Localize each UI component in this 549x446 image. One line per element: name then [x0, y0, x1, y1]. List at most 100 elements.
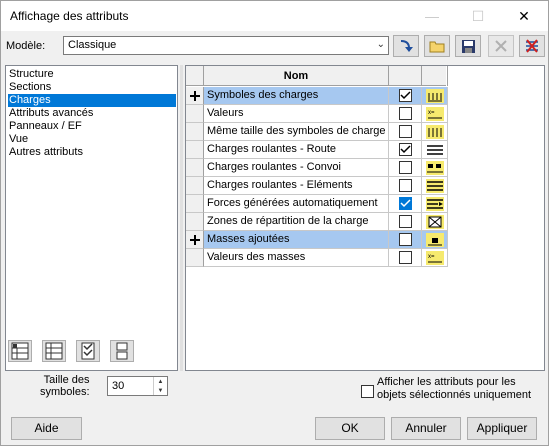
spinner-up-icon[interactable]: ▲: [154, 377, 167, 386]
maximize-button[interactable]: ☐: [455, 1, 501, 31]
grid-header-name[interactable]: Nom: [204, 66, 389, 86]
chevron-down-icon[interactable]: ⌄: [377, 39, 385, 50]
row-header: [186, 249, 204, 267]
row-check-cell[interactable]: [389, 249, 422, 267]
grid-row-values[interactable]: Valeurs x=: [186, 105, 448, 123]
collapse-all-icon: [45, 342, 63, 360]
category-item-charges[interactable]: Charges: [8, 94, 176, 107]
category-item-other[interactable]: Autres attributs: [8, 146, 176, 159]
panel-splitter[interactable]: [180, 65, 183, 371]
grid-row-route[interactable]: Charges roulantes - Route: [186, 141, 448, 159]
row-header: [186, 159, 204, 177]
svg-text:x=: x=: [428, 110, 435, 116]
category-item-sections[interactable]: Sections: [8, 81, 176, 94]
grid-row-added-mass[interactable]: Masses ajoutées: [186, 231, 448, 249]
row-checkbox[interactable]: [398, 89, 412, 102]
row-checkbox[interactable]: [398, 251, 412, 264]
grid-header-corner: [186, 66, 204, 86]
row-checkbox[interactable]: [398, 179, 412, 192]
row-check-cell[interactable]: [389, 87, 422, 105]
row-check-cell[interactable]: [389, 213, 422, 231]
minimize-button[interactable]: —: [409, 1, 455, 31]
row-name: Même taille des symboles de charge: [204, 123, 389, 141]
row-name: Forces générées automatiquement: [204, 195, 389, 213]
row-checkbox[interactable]: [398, 143, 412, 156]
expand-all-button[interactable]: [8, 340, 32, 362]
row-header: [186, 105, 204, 123]
row-checkbox[interactable]: [398, 197, 412, 210]
attributes-grid[interactable]: Nom Symboles des charges Valeurs x= Même…: [185, 65, 545, 371]
expand-plus-icon[interactable]: [189, 90, 201, 102]
row-name: Valeurs des masses: [204, 249, 389, 267]
row-icon-cell: [422, 231, 448, 249]
row-check-cell[interactable]: [389, 231, 422, 249]
selected-only-label[interactable]: Afficher les attributs pour les objets s…: [377, 376, 531, 402]
checkmark-icon: [399, 91, 411, 100]
row-icon-cell: [422, 177, 448, 195]
model-combo-value: Classique: [68, 39, 117, 51]
expand-plus-icon[interactable]: [189, 234, 201, 246]
category-item-view[interactable]: Vue: [8, 133, 176, 146]
grid-header-check[interactable]: [389, 66, 422, 86]
grid-row-mass-values[interactable]: Valeurs des masses x=: [186, 249, 448, 267]
row-checkbox[interactable]: [398, 107, 412, 120]
row-name: Zones de répartition de la charge: [204, 213, 389, 231]
uncheck-all-icon: [116, 342, 128, 360]
row-check-cell[interactable]: [389, 177, 422, 195]
cancel-button[interactable]: Annuler: [391, 417, 461, 440]
row-header: [186, 123, 204, 141]
model-combo[interactable]: Classique ⌄: [63, 36, 389, 55]
category-item-panels[interactable]: Panneaux / EF: [8, 120, 176, 133]
row-icon-cell: x=: [422, 249, 448, 267]
spinner-buttons: ▲ ▼: [153, 377, 167, 395]
row-check-cell[interactable]: [389, 195, 422, 213]
close-button[interactable]: ✕: [501, 1, 547, 31]
save-icon: [461, 39, 475, 53]
help-button[interactable]: Aide: [11, 417, 82, 440]
symbol-size-value[interactable]: 30: [112, 380, 124, 392]
category-list[interactable]: Structure Sections Charges Attributs ava…: [5, 65, 178, 371]
row-checkbox[interactable]: [398, 215, 412, 228]
symbol-size-spinner[interactable]: 30 ▲ ▼: [107, 376, 168, 396]
row-name: Masses ajoutées: [204, 231, 389, 249]
row-icon-cell: x=: [422, 105, 448, 123]
grid-row-same-size[interactable]: Même taille des symboles de charge: [186, 123, 448, 141]
zones-icon: [425, 214, 444, 229]
spinner-down-icon[interactable]: ▼: [154, 386, 167, 395]
row-checkbox[interactable]: [398, 161, 412, 174]
clear-model-button[interactable]: [519, 35, 545, 57]
check-all-button[interactable]: [76, 340, 100, 362]
open-model-button[interactable]: [424, 35, 450, 57]
row-check-cell[interactable]: [389, 105, 422, 123]
row-check-cell[interactable]: [389, 123, 422, 141]
grid-row-zones[interactable]: Zones de répartition de la charge: [186, 213, 448, 231]
model-label: Modèle:: [6, 40, 46, 52]
apply-button[interactable]: Appliquer: [467, 417, 537, 440]
clear-icon: [526, 39, 538, 53]
grid-row-elements[interactable]: Charges roulantes - Eléments: [186, 177, 448, 195]
grid-header-icon[interactable]: [422, 66, 448, 86]
row-check-cell[interactable]: [389, 159, 422, 177]
save-model-button[interactable]: [455, 35, 481, 57]
row-check-cell[interactable]: [389, 141, 422, 159]
row-header: [186, 87, 204, 105]
folder-icon: [429, 41, 445, 53]
grid-row-load-symbols[interactable]: Symboles des charges: [186, 87, 448, 105]
apply-model-button[interactable]: [393, 35, 419, 57]
ok-button[interactable]: OK: [315, 417, 385, 440]
uncheck-all-button[interactable]: [110, 340, 134, 362]
category-item-structure[interactable]: Structure: [8, 68, 176, 81]
row-name: Charges roulantes - Convoi: [204, 159, 389, 177]
row-header: [186, 177, 204, 195]
grid-row-auto-forces[interactable]: Forces générées automatiquement: [186, 195, 448, 213]
delete-model-button[interactable]: [488, 35, 514, 57]
selected-only-checkbox[interactable]: [361, 385, 374, 398]
delete-icon: [495, 40, 507, 52]
row-checkbox[interactable]: [398, 233, 412, 246]
grid-row-convoy[interactable]: Charges roulantes - Convoi: [186, 159, 448, 177]
row-icon-cell: [422, 213, 448, 231]
row-checkbox[interactable]: [398, 125, 412, 138]
load-symbol-icon: [425, 88, 444, 103]
collapse-all-button[interactable]: [42, 340, 66, 362]
category-item-advanced[interactable]: Attributs avancés: [8, 107, 176, 120]
